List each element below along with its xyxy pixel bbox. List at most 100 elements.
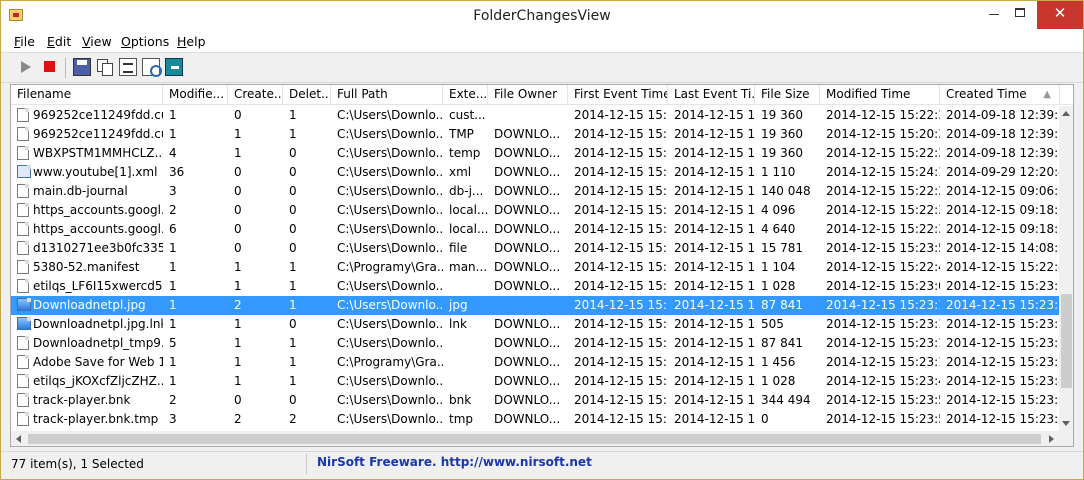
table-row[interactable]: Adobe Save for Web 1... 1 1 1 C:\Programy\Gr… (11, 353, 1060, 372)
cell-modified-count: 1 (169, 279, 177, 293)
table-row[interactable]: main.db-journal 3 0 0 C:\Users\Downlo... db-j… (11, 182, 1060, 201)
maximize-button[interactable] (1004, 1, 1036, 29)
table-row[interactable]: 5380-52.manifest 1 1 1 C:\Programy\Gra... man… (11, 258, 1060, 277)
cell-modified-time: 2014-12-15 15:24:18 (826, 165, 940, 179)
horizontal-scroll-thumb[interactable] (28, 434, 1041, 444)
menu-edit[interactable]: Edit (47, 34, 71, 49)
horizontal-scrollbar[interactable] (11, 431, 1059, 446)
cell-modified-count: 1 (169, 241, 177, 255)
column-header-full-path[interactable]: Full Path (331, 85, 443, 105)
column-header-last-event-time[interactable]: Last Event Ti... (668, 85, 755, 105)
column-header-file-owner[interactable]: File Owner (488, 85, 568, 105)
list-header: Filename Modifie... Create... Delet... F… (11, 85, 1073, 105)
column-header-file-size[interactable]: File Size (755, 85, 820, 105)
cell-filename: Downloadnetpl.jpg.lnk (33, 317, 163, 331)
cell-modified-count: 2 (169, 393, 177, 407)
table-row[interactable]: www.youtube[1].xml 36 0 0 C:\Users\Downlo...… (11, 163, 1060, 182)
item-count-status: 77 item(s), 1 Selected (11, 457, 144, 471)
play-icon[interactable] (21, 61, 31, 73)
cell-modified-time: 2014-12-15 15:23:46 (826, 374, 940, 388)
cell-first-event-time: 2014-12-15 15:... (574, 260, 668, 274)
column-header-created-time[interactable]: Created Time ▲ (940, 85, 1060, 105)
column-header-filename[interactable]: Filename (11, 85, 163, 105)
menu-file[interactable]: File (14, 34, 35, 49)
cell-filename: 969252ce11249fdd.cus... (33, 108, 163, 122)
cell-last-event-time: 2014-12-15 15:... (674, 260, 755, 274)
column-header-extension[interactable]: Exte... (443, 85, 488, 105)
scroll-down-icon[interactable] (1062, 421, 1070, 426)
scrollbar-corner (1059, 431, 1073, 446)
properties-icon[interactable] (119, 58, 137, 76)
cell-deleted-count: 2 (289, 412, 297, 426)
cell-first-event-time: 2014-12-15 15:... (574, 317, 668, 331)
scroll-up-icon[interactable] (1062, 111, 1070, 116)
table-row[interactable]: etilqs_jKOXcfZljcZHZ... 1 1 1 C:\Users\Downl… (11, 372, 1060, 391)
cell-filename: Downloadnetpl.jpg (33, 298, 146, 312)
menu-options[interactable]: Options (121, 34, 169, 49)
cell-last-event-time: 2014-12-15 15:... (674, 241, 755, 255)
table-row[interactable]: 969252ce11249fdd.cus... 1 1 1 C:\Users\Downl… (11, 125, 1060, 144)
cell-file-size: 140 048 (761, 184, 811, 198)
exit-icon[interactable] (165, 58, 183, 76)
nirsoft-link[interactable]: NirSoft Freeware. http://www.nirsoft.net (317, 455, 592, 469)
cell-created-time: 2014-12-15 09:18:39 (946, 222, 1060, 236)
file-list[interactable]: Filename Modifie... Create... Delet... F… (10, 84, 1074, 447)
cell-file-size: 19 360 (761, 108, 803, 122)
table-row[interactable]: WBXPSTM1MMHCLZ... 4 1 0 C:\Users\Downlo... te… (11, 144, 1060, 163)
table-row[interactable]: 969252ce11249fdd.cus... 1 0 1 C:\Users\Downl… (11, 106, 1060, 125)
window-title: FolderChangesView (473, 8, 611, 24)
cell-extension (443, 353, 488, 372)
column-header-first-event-time[interactable]: First Event Time (568, 85, 668, 105)
cell-modified-time: 2014-12-15 15:22:35 (826, 203, 940, 217)
file-icon (17, 241, 29, 255)
cell-deleted-count: 1 (289, 279, 297, 293)
table-row[interactable]: Downloadnetpl.jpg 1 2 1 C:\Users\Downlo... jp… (11, 296, 1060, 315)
column-header-created[interactable]: Create... (228, 85, 283, 105)
find-icon[interactable] (142, 58, 162, 77)
cell-file-owner: DOWNLO... (494, 203, 561, 217)
cell-modified-count: 1 (169, 298, 177, 312)
column-header-created-time-label: Created Time (946, 87, 1027, 101)
cell-first-event-time: 2014-12-15 15:... (574, 374, 668, 388)
scroll-left-icon[interactable] (16, 435, 21, 443)
menu-view[interactable]: View (82, 34, 112, 49)
menu-bar: File Edit View Options Help (1, 31, 1083, 53)
cell-modified-count: 1 (169, 260, 177, 274)
table-row[interactable]: https_accounts.googl... 2 0 0 C:\Users\Downl… (11, 201, 1060, 220)
cell-full-path: C:\Users\Downlo... (337, 336, 443, 350)
cell-modified-count: 5 (169, 336, 177, 350)
copy-icon[interactable] (96, 58, 114, 76)
cell-created-count: 0 (234, 393, 242, 407)
cell-created-time: 2014-12-15 15:23:46 (946, 374, 1060, 388)
cell-file-size: 1 104 (761, 260, 796, 274)
vertical-scroll-thumb[interactable] (1061, 294, 1072, 388)
cell-file-size: 344 494 (761, 393, 811, 407)
table-row[interactable]: Downloadnetpl_tmp9... 5 1 1 C:\Users\Downlo.… (11, 334, 1060, 353)
cell-file-size: 19 360 (761, 127, 803, 141)
column-header-modified[interactable]: Modifie... (163, 85, 228, 105)
save-icon[interactable] (73, 58, 91, 76)
column-header-modified-time[interactable]: Modified Time (820, 85, 940, 105)
cell-file-size: 0 (761, 412, 769, 426)
cell-last-event-time: 2014-12-15 15:... (674, 298, 755, 312)
cell-extension (443, 334, 488, 353)
table-row[interactable]: track-player.bnk 2 0 0 C:\Users\Downlo... bnk… (11, 391, 1060, 410)
title-bar[interactable]: FolderChangesView ✕ (1, 1, 1083, 31)
table-row[interactable]: track-player.bnk.tmp 3 2 2 C:\Users\Downlo..… (11, 410, 1060, 429)
cell-file-owner: DOWNLO... (494, 222, 561, 236)
cell-modified-time: 2014-12-15 15:23:12 (826, 355, 940, 369)
scroll-right-icon[interactable] (1049, 435, 1054, 443)
stop-icon[interactable] (44, 61, 55, 72)
cell-full-path: C:\Programy\Gra... (337, 260, 443, 274)
menu-help[interactable]: Help (177, 34, 206, 49)
table-row[interactable]: Downloadnetpl.jpg.lnk 1 1 0 C:\Users\Downlo.… (11, 315, 1060, 334)
close-button[interactable]: ✕ (1037, 1, 1083, 29)
table-row[interactable]: https_accounts.googl... 6 0 0 C:\Users\Downl… (11, 220, 1060, 239)
column-header-deleted[interactable]: Delet... (283, 85, 331, 105)
cell-last-event-time: 2014-12-15 15:... (674, 127, 755, 141)
vertical-scrollbar[interactable] (1059, 106, 1073, 431)
table-row[interactable]: d1310271ee3b0fc3353... 1 0 0 C:\Users\Downlo… (11, 239, 1060, 258)
cell-first-event-time: 2014-12-15 15:... (574, 184, 668, 198)
table-row[interactable]: etilqs_LF6I15xwercd5HT 1 1 1 C:\Users\Downlo… (11, 277, 1060, 296)
cell-filename: 5380-52.manifest (33, 260, 140, 274)
